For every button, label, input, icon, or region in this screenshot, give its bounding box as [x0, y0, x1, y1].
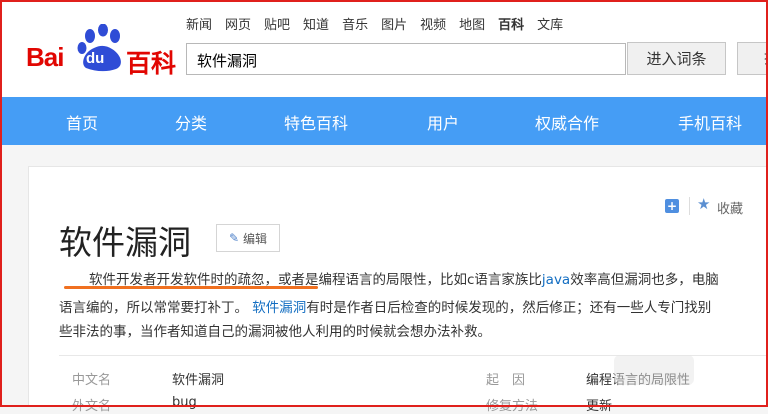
red-frame-top-left [0, 0, 766, 405]
